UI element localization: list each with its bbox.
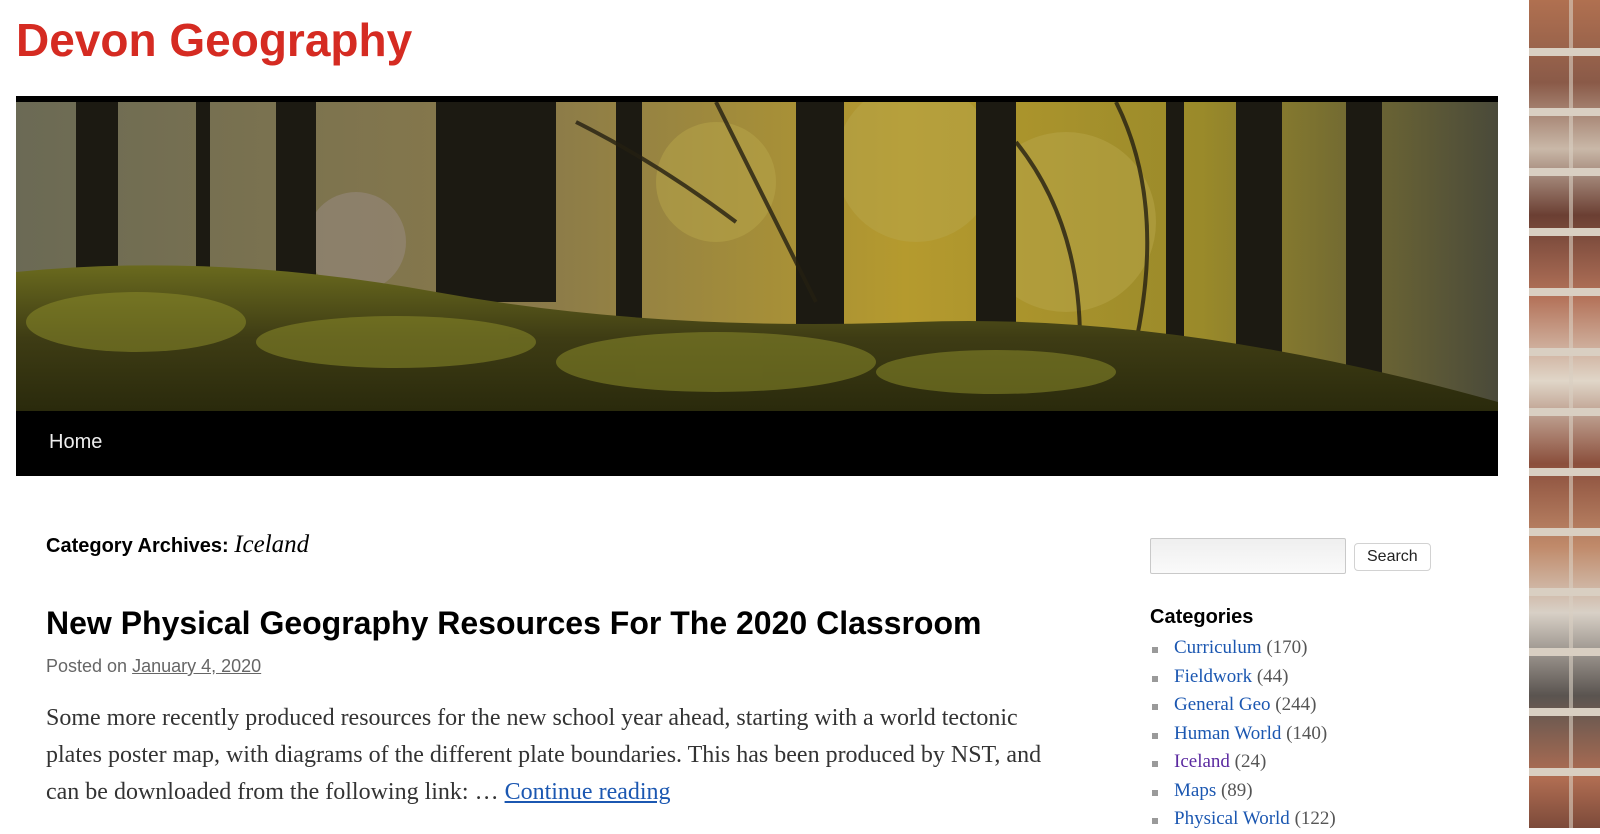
- header-forest-image: [16, 102, 1498, 411]
- category-count: (24): [1234, 751, 1267, 772]
- categories-list: Curriculum (170) Fieldwork (44) General …: [1150, 634, 1336, 834]
- background-brick-wall: [1529, 0, 1600, 828]
- list-item: Curriculum (170): [1150, 634, 1336, 663]
- category-link-general-geo[interactable]: General Geo: [1174, 694, 1271, 715]
- list-item: Iceland (24): [1150, 748, 1336, 777]
- main-nav: Home: [16, 411, 1498, 476]
- archive-prefix: Category Archives:: [46, 535, 229, 557]
- category-count: (122): [1294, 808, 1336, 829]
- search-button[interactable]: Search: [1354, 543, 1431, 571]
- post-date-link[interactable]: January 4, 2020: [132, 656, 261, 676]
- post-meta: Posted on January 4, 2020: [46, 656, 261, 677]
- continue-reading-link[interactable]: Continue reading: [505, 779, 671, 805]
- category-count: (89): [1220, 779, 1253, 801]
- list-item: Human World (140): [1150, 720, 1336, 749]
- main-content: Category Archives: Iceland New Physical …: [46, 530, 1056, 805]
- post-title[interactable]: New Physical Geography Resources For The…: [46, 603, 1056, 643]
- categories-title: Categories: [1150, 606, 1254, 628]
- post-summary: Some more recently produced resources fo…: [46, 700, 1056, 811]
- category-link-human-world[interactable]: Human World: [1174, 723, 1281, 744]
- category-link-curriculum[interactable]: Curriculum: [1174, 637, 1262, 658]
- posted-on-label: Posted on: [46, 656, 128, 676]
- list-item: Fieldwork (44): [1150, 663, 1336, 692]
- archive-category: Iceland: [234, 531, 310, 558]
- list-item: Physical World (122): [1150, 805, 1336, 834]
- category-link-physical-world[interactable]: Physical World: [1174, 808, 1290, 829]
- list-item: Maps (89): [1150, 777, 1336, 806]
- site-title[interactable]: Devon Geography: [16, 12, 412, 68]
- search-input[interactable]: [1150, 538, 1346, 574]
- category-count: (170): [1266, 637, 1308, 658]
- category-link-fieldwork[interactable]: Fieldwork: [1174, 666, 1252, 687]
- category-count: (140): [1286, 722, 1328, 744]
- list-item: General Geo (244): [1150, 691, 1336, 720]
- site-header: Home: [16, 96, 1498, 476]
- category-count: (244): [1275, 694, 1317, 715]
- category-link-maps[interactable]: Maps: [1174, 780, 1216, 801]
- category-count: (44): [1256, 665, 1289, 687]
- category-link-iceland[interactable]: Iceland: [1174, 751, 1230, 772]
- page: Devon Geography Home Category Archives: …: [0, 0, 1529, 829]
- nav-item-home[interactable]: Home: [49, 431, 102, 454]
- archive-title: Category Archives: Iceland: [46, 530, 1056, 561]
